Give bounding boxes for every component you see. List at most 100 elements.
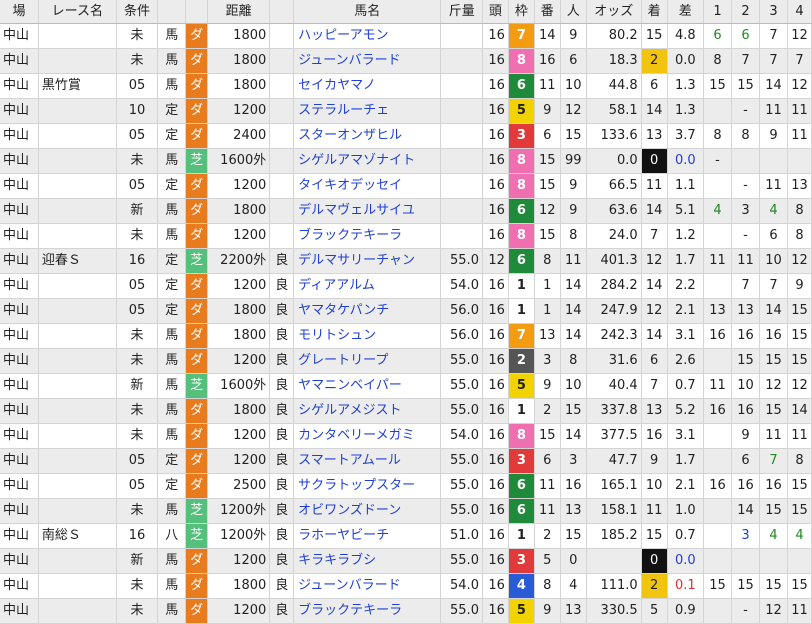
horse-name-cell[interactable]: モリトシュン	[293, 323, 442, 349]
finish-cell: 2	[641, 573, 668, 599]
weight-cell: 54.0	[440, 423, 483, 449]
frame-cell: 1	[508, 398, 535, 424]
horse-name-cell[interactable]: スターオンザヒル	[293, 123, 442, 149]
horse-name-cell[interactable]: セイカヤマノ	[293, 73, 442, 99]
going-cell: 良	[269, 573, 295, 599]
frame-cell: 5	[508, 598, 535, 624]
finish-cell: 9	[641, 448, 668, 474]
race-name-cell	[38, 173, 117, 199]
corner-1-cell	[703, 448, 732, 474]
table-row: 中山未馬ダ 1200 良ブラックテキーラ 55.0 16 5 9 13 330.5 5 0.9-12…	[0, 598, 812, 624]
horse-name-cell[interactable]: ラホーヤビーチ	[293, 523, 442, 549]
horse-name-cell[interactable]: スマートアムール	[293, 448, 442, 474]
going-cell: 良	[269, 248, 295, 274]
surface-cell: 芝	[185, 248, 209, 274]
popularity-cell: 9	[560, 23, 587, 49]
finish-cell: 14	[641, 198, 668, 224]
corner-3-cell: 6	[759, 223, 789, 249]
weight-cell	[440, 173, 483, 199]
number-cell: 2	[534, 523, 561, 549]
corner-4-cell: 4	[787, 523, 812, 549]
odds-cell: 377.5	[586, 423, 642, 449]
track-cell: 中山	[0, 473, 39, 499]
horse-name-cell[interactable]: ジューンバラード	[293, 48, 442, 74]
horse-name-cell[interactable]: サクラトップスター	[293, 473, 442, 499]
number-cell: 11	[534, 73, 561, 99]
horse-name-cell[interactable]: ブラックテキーラ	[293, 223, 442, 249]
corner-3-cell	[759, 148, 789, 174]
finish-cell: 0	[641, 548, 668, 574]
finish-cell: 2	[641, 48, 668, 74]
corner-2-cell: 14	[731, 498, 760, 524]
corner-3-cell: 14	[759, 73, 789, 99]
horse-name-cell[interactable]: オビワンズドーン	[293, 498, 442, 524]
race-name-cell	[38, 148, 117, 174]
distance-cell: 1800	[207, 23, 271, 49]
condition-cell: 未	[116, 398, 159, 424]
header-corner-4: 4	[787, 0, 812, 24]
corner-3-cell: 11	[759, 423, 789, 449]
popularity-cell: 15	[560, 523, 587, 549]
number-cell: 13	[534, 323, 561, 349]
header-corner-1: 1	[703, 0, 732, 24]
condition-cell: 05	[116, 173, 159, 199]
popularity-cell: 3	[560, 448, 587, 474]
horse-name-cell[interactable]: デルマヴェルサイユ	[293, 198, 442, 224]
distance-cell: 1200	[207, 98, 271, 124]
number-cell: 6	[534, 448, 561, 474]
track-cell: 中山	[0, 48, 39, 74]
horse-name-cell[interactable]: ヤマタケパンチ	[293, 298, 442, 324]
corner-2-cell: 8	[731, 123, 760, 149]
table-row: 中山未馬芝 1200外良オビワンズドーン 55.0 16 6 11 13 158.1 11 1.0…	[0, 498, 812, 524]
odds-cell: 63.6	[586, 198, 642, 224]
race-name-cell	[38, 348, 117, 374]
weight-cell: 55.0	[440, 548, 483, 574]
weight-cell	[440, 223, 483, 249]
horse-name-cell[interactable]: ジューンバラード	[293, 573, 442, 599]
corner-4-cell	[787, 148, 812, 174]
popularity-cell: 15	[560, 398, 587, 424]
horse-name-cell[interactable]: デルマサリーチャン	[293, 248, 442, 274]
horse-name-cell[interactable]: タイキオデッセイ	[293, 173, 442, 199]
heads-cell: 16	[482, 298, 509, 324]
race-name-cell: 迎春Ｓ	[38, 248, 117, 274]
race-name-cell	[38, 48, 117, 74]
condition-cell: 未	[116, 148, 159, 174]
horse-name-cell[interactable]: グレートリープ	[293, 348, 442, 374]
weight-cell: 55.0	[440, 473, 483, 499]
corner-1-cell	[703, 273, 732, 299]
track-cell: 中山	[0, 198, 39, 224]
condition-cell: 05	[116, 473, 159, 499]
class-cell: 定	[157, 473, 187, 499]
condition-cell: 10	[116, 98, 159, 124]
odds-cell: 18.3	[586, 48, 642, 74]
corner-4-cell: 9	[787, 273, 812, 299]
horse-name-cell[interactable]: シゲルアメジスト	[293, 398, 442, 424]
popularity-cell: 9	[560, 173, 587, 199]
horse-name-cell[interactable]: シゲルアマゾナイト	[293, 148, 442, 174]
finish-cell: 5	[641, 598, 668, 624]
corner-3-cell: 11	[759, 173, 789, 199]
corner-2-cell: 13	[731, 298, 760, 324]
corner-4-cell: 7	[787, 48, 812, 74]
class-cell: 馬	[157, 148, 187, 174]
horse-name-cell[interactable]: カンタベリーメガミ	[293, 423, 442, 449]
horse-name-cell[interactable]: キラキラブシ	[293, 548, 442, 574]
table-row: 中山 南総Ｓ 16 八芝 1200外良ラホーヤビーチ 51.0 16 1 2 15 185.2 15 0…	[0, 523, 812, 549]
going-cell	[269, 123, 295, 149]
frame-cell: 5	[508, 98, 535, 124]
race-name-cell	[38, 123, 117, 149]
margin-cell: 2.2	[667, 273, 704, 299]
horse-name-cell[interactable]: ブラックテキーラ	[293, 598, 442, 624]
horse-name-cell[interactable]: ステラルーチェ	[293, 98, 442, 124]
surface-cell: ダ	[185, 398, 209, 424]
horse-name-cell[interactable]: ディアアルム	[293, 273, 442, 299]
header-class	[157, 0, 187, 24]
horse-name-cell[interactable]: ハッピーアモン	[293, 23, 442, 49]
weight-cell: 55.0	[440, 248, 483, 274]
odds-cell: 330.5	[586, 598, 642, 624]
odds-cell	[586, 548, 642, 574]
class-cell: 馬	[157, 398, 187, 424]
horse-name-cell[interactable]: ヤマニンベイパー	[293, 373, 442, 399]
going-cell: 良	[269, 398, 295, 424]
